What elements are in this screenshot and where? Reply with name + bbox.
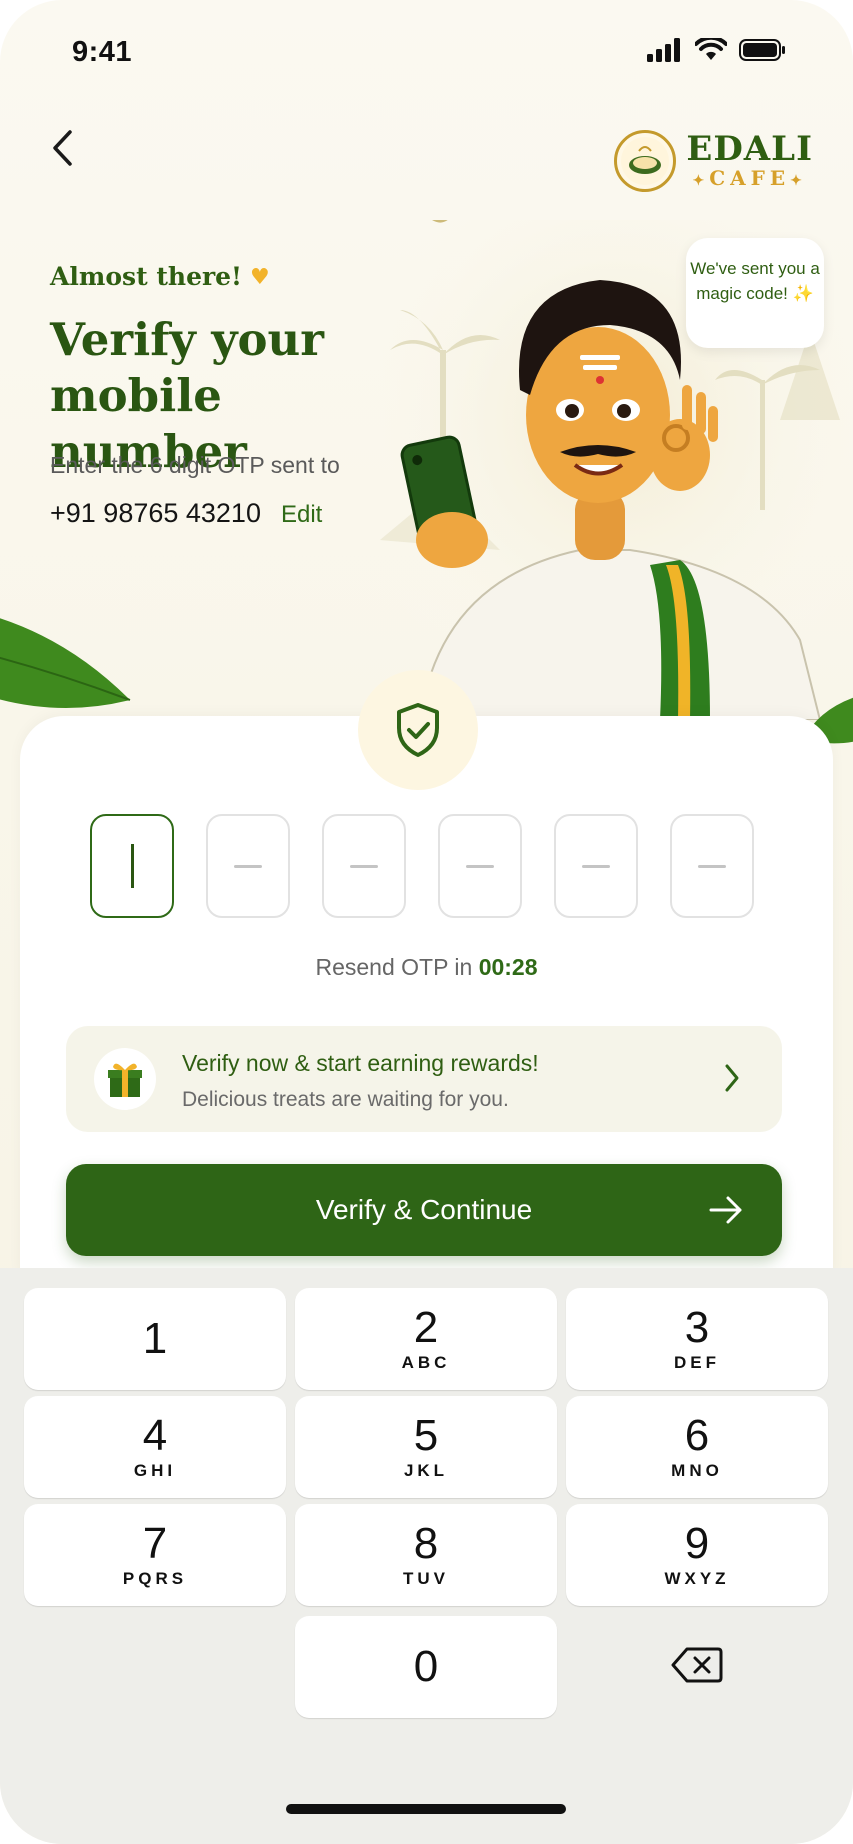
gift-icon: [94, 1048, 156, 1110]
logo-emblem-icon: [614, 130, 677, 192]
brand-logo: EDALI ✦CAFE✦: [614, 130, 813, 192]
rewards-title: Verify now & start earning rewards!: [182, 1050, 539, 1076]
speech-bubble: We've sent you a magic code! ✨: [686, 238, 824, 348]
chevron-left-icon: [53, 130, 72, 166]
phone-number: +91 98765 43210: [50, 498, 261, 528]
verify-button-label: Verify & Continue: [315, 1194, 533, 1225]
eyebrow-text: Almost there! ♥: [50, 262, 270, 291]
delete-key[interactable]: [566, 1614, 828, 1716]
key-8[interactable]: 8 TUV: [295, 1504, 557, 1606]
battery-icon: [739, 39, 785, 61]
key-7[interactable]: 7 PQRS: [24, 1504, 286, 1606]
otp-digit-4[interactable]: [438, 814, 522, 918]
chevron-right-icon: [725, 1064, 739, 1092]
otp-digit-1[interactable]: [90, 814, 174, 918]
key-0[interactable]: 0: [295, 1616, 557, 1718]
back-button[interactable]: [40, 120, 84, 176]
wifi-icon: [695, 38, 727, 60]
otp-digit-5[interactable]: [554, 814, 638, 918]
phone-number-row: +91 98765 43210 Edit: [50, 498, 322, 529]
heart-icon: ♥: [250, 263, 270, 290]
resend-timer: 00:28: [478, 954, 538, 980]
screen: 9:41 EDALI ✦CAFE✦ We've sent you a magic…: [0, 0, 853, 1844]
backspace-icon: [671, 1647, 723, 1683]
status-time: 9:41: [72, 36, 133, 68]
otp-input-group: [90, 814, 754, 918]
otp-instruction: Enter the 6 digit OTP sent to: [50, 452, 340, 478]
signal-icon: [647, 38, 680, 62]
status-icons: [647, 38, 787, 62]
resend-otp-text: Resend OTP in 00:28: [315, 954, 538, 980]
key-2[interactable]: 2 ABC: [295, 1288, 557, 1390]
shield-check-icon: [397, 703, 439, 757]
verify-continue-button[interactable]: Verify & Continue: [66, 1164, 782, 1256]
key-4[interactable]: 4 GHI: [24, 1396, 286, 1498]
key-1[interactable]: 1: [24, 1288, 286, 1390]
key-6[interactable]: 6 MNO: [566, 1396, 828, 1498]
text-caret: [130, 844, 134, 888]
home-indicator: [286, 1804, 566, 1814]
rewards-banner[interactable]: Verify now & start earning rewards! Deli…: [66, 1026, 782, 1132]
otp-digit-3[interactable]: [322, 814, 406, 918]
rewards-subtitle: Delicious treats are waiting for you.: [182, 1088, 509, 1111]
key-9[interactable]: 9 WXYZ: [566, 1504, 828, 1606]
brand-name: EDALI: [686, 128, 813, 169]
edit-phone-link[interactable]: Edit: [281, 501, 322, 529]
otp-digit-6[interactable]: [670, 814, 754, 918]
otp-digit-2[interactable]: [206, 814, 290, 918]
brand-subtitle: ✦CAFE✦: [692, 165, 807, 190]
key-3[interactable]: 3 DEF: [566, 1288, 828, 1390]
key-5[interactable]: 5 JKL: [295, 1396, 557, 1498]
arrow-right-icon: [709, 1196, 742, 1224]
shield-badge: [358, 670, 478, 790]
